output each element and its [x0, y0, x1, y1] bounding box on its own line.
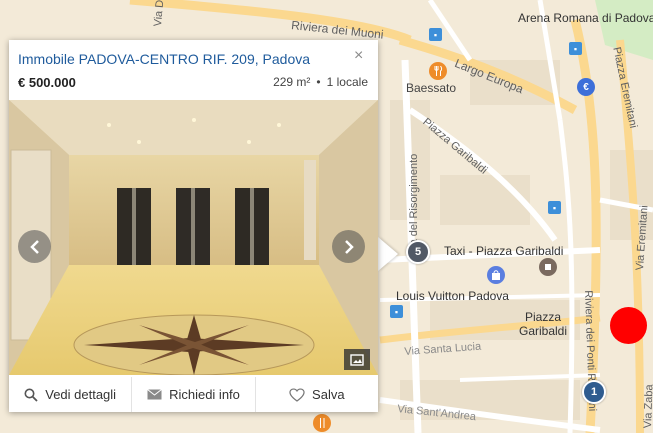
chevron-left-icon: [29, 239, 39, 254]
place-label-baessato: Baessato: [406, 81, 457, 95]
search-icon: [24, 388, 38, 402]
street-label-via-zaba: Via Zaba: [642, 384, 653, 429]
listing-title[interactable]: Immobile PADOVA-CENTRO RIF. 209, Padova: [18, 51, 310, 67]
place-label-piazza-garibaldi: Piazza Garibaldi: [518, 310, 568, 338]
close-icon[interactable]: ×: [354, 48, 363, 64]
card-actions: Vedi dettagli Richiedi info Salva: [9, 377, 378, 412]
place-label-taxi: Taxi - Piazza Garibaldi: [444, 244, 564, 258]
photo-prev-button[interactable]: [18, 230, 51, 263]
transit-stop-icon[interactable]: ▪: [429, 28, 442, 41]
restaurant-icon[interactable]: [429, 62, 447, 80]
landmark-icon[interactable]: [539, 258, 557, 276]
shopping-bag-icon[interactable]: [487, 266, 505, 284]
request-info-button[interactable]: Richiedi info: [132, 377, 256, 412]
listing-area: 229 m²: [273, 75, 311, 89]
transit-stop-icon[interactable]: ▪: [390, 305, 403, 318]
lobby-photo-illustration: [9, 100, 378, 375]
listing-popup-card: Immobile PADOVA-CENTRO RIF. 209, Padova …: [9, 40, 378, 412]
map-cluster-marker[interactable]: 1: [582, 380, 606, 404]
view-details-button[interactable]: Vedi dettagli: [9, 377, 133, 412]
meta-separator: •: [316, 75, 321, 89]
selected-location-marker[interactable]: [610, 307, 647, 344]
listing-meta: 229 m² • 1 locale: [273, 75, 368, 89]
place-label-louis-vuitton: Louis Vuitton Padova: [396, 289, 509, 303]
listing-price: € 500.000: [18, 75, 76, 90]
restaurant-icon[interactable]: [313, 414, 331, 432]
save-button[interactable]: Salva: [256, 377, 378, 412]
transit-stop-icon[interactable]: ▪: [548, 201, 561, 214]
gallery-icon[interactable]: [344, 349, 370, 370]
listing-photo[interactable]: [9, 100, 378, 375]
map-cluster-marker[interactable]: 5: [406, 240, 430, 264]
request-info-label: Richiedi info: [169, 387, 240, 402]
chevron-right-icon: [344, 239, 354, 254]
save-label: Salva: [312, 387, 345, 402]
view-details-label: Vedi dettagli: [45, 387, 117, 402]
euro-icon[interactable]: €: [577, 78, 595, 96]
photo-next-button[interactable]: [332, 230, 365, 263]
card-pointer: [378, 237, 398, 271]
heart-icon: [289, 387, 305, 402]
place-label-arena: Arena Romana di Padova: [518, 11, 653, 25]
envelope-icon: [147, 389, 162, 400]
listing-rooms: 1 locale: [326, 75, 368, 89]
transit-stop-icon[interactable]: ▪: [569, 42, 582, 55]
